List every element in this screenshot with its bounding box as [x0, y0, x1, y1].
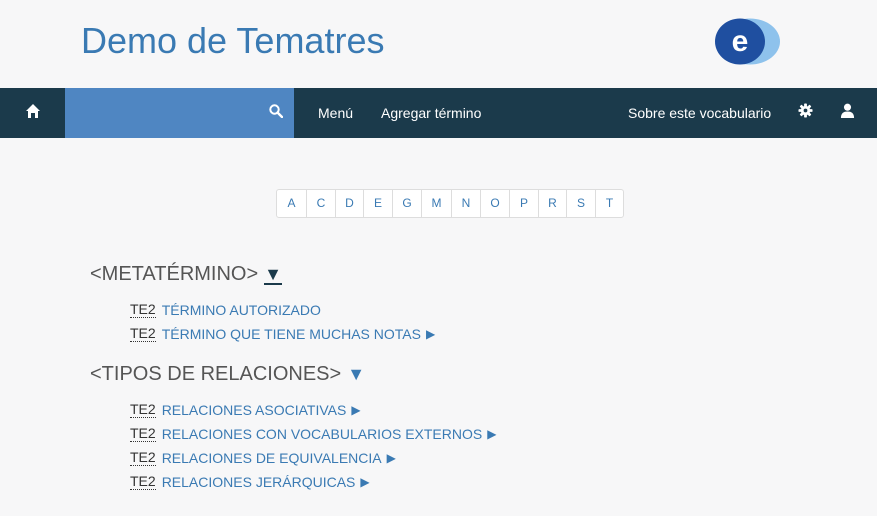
expand-arrow-icon[interactable]: ▶: [487, 427, 496, 441]
home-button[interactable]: [0, 88, 65, 138]
letter-link[interactable]: C: [306, 190, 335, 217]
letter-link[interactable]: M: [421, 190, 451, 217]
site-header: Demo de Tematres e: [0, 0, 877, 88]
settings-button[interactable]: [793, 101, 817, 125]
tematres-logo[interactable]: e: [713, 17, 780, 66]
user-icon: [840, 103, 855, 123]
site-title-link[interactable]: Demo de Tematres: [81, 20, 384, 62]
group-title: <METATÉRMINO> ▼: [90, 263, 282, 286]
term-row: TE2 RELACIONES ASOCIATIVAS ▶: [130, 401, 361, 418]
term-link[interactable]: TÉRMINO QUE TIENE MUCHAS NOTAS: [162, 326, 421, 342]
alphabet-index: ACDEGMNOPRST: [276, 189, 624, 218]
letter-link[interactable]: A: [277, 190, 306, 217]
group-title-label: <TIPOS DE RELACIONES>: [90, 363, 342, 385]
letter-link[interactable]: G: [392, 190, 421, 217]
letter-link[interactable]: R: [538, 190, 566, 217]
expand-arrow-icon[interactable]: ▶: [387, 451, 396, 465]
term-link[interactable]: RELACIONES DE EQUIVALENCIA: [162, 450, 382, 466]
letter-link[interactable]: N: [451, 190, 480, 217]
term-link[interactable]: RELACIONES JERÁRQUICAS: [162, 474, 356, 490]
main-navbar: Menú Agregar término Sobre este vocabula…: [0, 88, 877, 138]
letter-link[interactable]: P: [509, 190, 538, 217]
search-button[interactable]: [264, 101, 288, 125]
relation-abbr: TE2: [130, 325, 156, 342]
relation-abbr: TE2: [130, 473, 156, 490]
logo-letter: e: [732, 25, 749, 58]
gear-icon: [797, 103, 813, 123]
group-title-label: <METATÉRMINO>: [90, 263, 259, 285]
collapse-toggle-icon[interactable]: ▼: [347, 364, 365, 385]
term-link[interactable]: RELACIONES ASOCIATIVAS: [162, 402, 347, 418]
term-row: TE2 TÉRMINO AUTORIZADO: [130, 301, 321, 318]
letter-link[interactable]: O: [480, 190, 509, 217]
relation-abbr: TE2: [130, 401, 156, 418]
relation-abbr: TE2: [130, 301, 156, 318]
relation-abbr: TE2: [130, 449, 156, 466]
letter-link[interactable]: T: [595, 190, 623, 217]
home-icon: [25, 103, 41, 124]
expand-arrow-icon[interactable]: ▶: [426, 327, 435, 341]
term-row: TE2 RELACIONES JERÁRQUICAS ▶: [130, 473, 370, 490]
user-button[interactable]: [835, 101, 859, 125]
letter-link[interactable]: S: [566, 190, 595, 217]
collapse-toggle-icon[interactable]: ▼: [264, 265, 282, 285]
search-icon: [269, 103, 284, 123]
expand-arrow-icon[interactable]: ▶: [351, 403, 360, 417]
relation-abbr: TE2: [130, 425, 156, 442]
term-row: TE2 TÉRMINO QUE TIENE MUCHAS NOTAS ▶: [130, 325, 435, 342]
search-input[interactable]: [65, 88, 255, 138]
letter-link[interactable]: D: [335, 190, 363, 217]
term-row: TE2 RELACIONES CON VOCABULARIOS EXTERNOS ▶: [130, 425, 496, 442]
expand-arrow-icon[interactable]: ▶: [360, 475, 369, 489]
term-row: TE2 RELACIONES DE EQUIVALENCIA ▶: [130, 449, 396, 466]
search-bar: [65, 88, 294, 138]
term-link[interactable]: RELACIONES CON VOCABULARIOS EXTERNOS: [162, 426, 483, 442]
add-term-link[interactable]: Agregar término: [381, 88, 481, 138]
letter-link[interactable]: E: [363, 190, 392, 217]
about-vocabulary-link[interactable]: Sobre este vocabulario: [628, 88, 771, 138]
term-link[interactable]: TÉRMINO AUTORIZADO: [162, 302, 321, 318]
menu-link[interactable]: Menú: [318, 88, 353, 138]
group-title: <TIPOS DE RELACIONES> ▼: [90, 363, 365, 386]
